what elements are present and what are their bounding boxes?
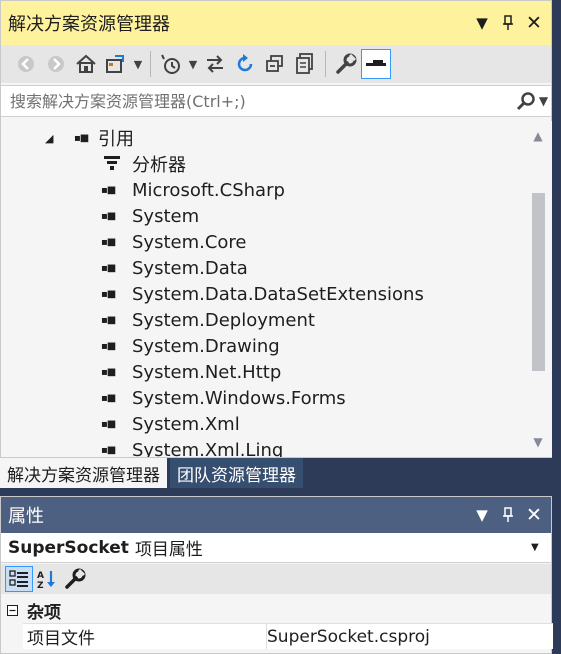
tree-node-reference-item[interactable]: ▪■ System.Windows.Forms [101, 385, 346, 411]
close-icon[interactable]: ✕ [521, 8, 547, 38]
properties-panel: 属性 ▼ ✕ SuperSocket 项目属性 ▼ AZ 杂项 项目文件 Sup… [0, 496, 553, 654]
tool-window-tabs: 解决方案资源管理器 团队资源管理器 [0, 458, 561, 488]
toolbar-separator [150, 51, 151, 77]
reference-icon: ▪■ [101, 444, 116, 456]
tab-solution-explorer[interactable]: 解决方案资源管理器 [0, 458, 167, 488]
tree-node-reference-item[interactable]: ▪■ System.Deployment [101, 307, 315, 333]
tree-node-label: System.Data.DataSetExtensions [132, 283, 424, 305]
property-name: 项目文件 [23, 624, 267, 649]
solution-explorer-toolbar: ▼ ▼ [1, 45, 551, 83]
preview-selected-items-icon[interactable] [361, 49, 391, 79]
back-icon[interactable] [11, 49, 41, 79]
object-kind: 项目属性 [134, 540, 203, 560]
tree-node-label: System.Drawing [132, 335, 280, 357]
tree-node-reference-item[interactable]: ▪■ System.Net.Http [101, 359, 281, 385]
home-icon[interactable] [71, 49, 101, 79]
tree-node-reference-item[interactable]: ▪■ System.Xml.Linq [101, 437, 284, 458]
wrench-icon[interactable] [331, 49, 361, 79]
scroll-down-icon[interactable]: ▼ [524, 431, 552, 453]
pin-icon[interactable] [495, 8, 521, 38]
tree-node-reference-item[interactable]: ▪■ System.Core [101, 229, 247, 255]
solution-explorer-title: 解决方案资源管理器 [8, 14, 170, 35]
reference-icon: ▪■ [101, 288, 116, 300]
reference-icon: ▪■ [101, 314, 116, 326]
sync-with-active-document-icon[interactable] [200, 49, 230, 79]
search-icon[interactable]: ▼ [513, 91, 551, 111]
vertical-scrollbar[interactable]: ▲ ▼ [524, 121, 552, 457]
tree-node-reference-item[interactable]: ▪■ System.Xml [101, 411, 240, 437]
window-position-dropdown-icon[interactable]: ▼ [469, 8, 495, 38]
chevron-down-icon[interactable]: ▼ [131, 49, 145, 79]
alphabetical-sort-icon[interactable]: AZ [33, 566, 61, 592]
tree-node-label: 引用 [98, 129, 134, 150]
search-bar: ▼ [1, 85, 551, 117]
tree-node-label: 分析器 [132, 155, 186, 176]
category-label: 杂项 [27, 602, 61, 623]
reference-icon: ▪■ [101, 366, 116, 378]
tab-team-explorer[interactable]: 团队资源管理器 [170, 458, 303, 488]
tree-node-analyzers[interactable]: 分析器 [103, 151, 186, 177]
reference-icon: ▪■ [101, 340, 116, 352]
reference-icon: ▪■ [74, 132, 89, 144]
pending-changes-filter-icon[interactable] [156, 49, 186, 79]
object-name: SuperSocket [8, 537, 129, 558]
collapse-category-icon[interactable] [1, 597, 23, 623]
tree-node-reference-item[interactable]: ▪■ System.Drawing [101, 333, 280, 359]
scroll-up-icon[interactable]: ▲ [524, 125, 552, 147]
expanded-arrow-icon[interactable]: ◢ [45, 132, 61, 145]
collapse-all-icon[interactable] [260, 49, 290, 79]
properties-title: 属性 [8, 506, 44, 527]
property-pages-wrench-icon[interactable] [61, 566, 89, 592]
property-value[interactable]: SuperSocket.csproj [267, 627, 553, 647]
tree-node-label: System.Deployment [132, 309, 315, 331]
chevron-down-icon[interactable]: ▼ [531, 542, 551, 553]
tree-node-label: System.Core [132, 231, 247, 253]
search-options-dropdown-icon[interactable]: ▼ [539, 94, 548, 108]
tree-node-label: System [132, 205, 200, 227]
tree-node-reference-item[interactable]: ▪■ Microsoft.CSharp [101, 177, 285, 203]
show-all-files-icon[interactable] [290, 49, 320, 79]
svg-text:A: A [37, 571, 44, 581]
tree-node-label: Microsoft.CSharp [132, 179, 285, 201]
tree-node-references[interactable]: ◢ ▪■ 引用 [45, 125, 134, 151]
tree-node-label: System.Data [132, 257, 248, 279]
reference-icon: ▪■ [101, 236, 116, 248]
switch-views-icon[interactable] [101, 49, 131, 79]
reference-icon: ▪■ [101, 418, 116, 430]
tree-node-reference-item[interactable]: ▪■ System.Data.DataSetExtensions [101, 281, 424, 307]
reference-icon: ▪■ [101, 210, 116, 222]
tree-node-label: System.Net.Http [132, 361, 282, 383]
chevron-down-icon[interactable]: ▼ [186, 49, 200, 79]
properties-toolbar: AZ [1, 564, 551, 594]
object-selector[interactable]: SuperSocket 项目属性 ▼ [1, 533, 551, 563]
tree-node-reference-item[interactable]: ▪■ System [101, 203, 199, 229]
solution-explorer-panel: 解决方案资源管理器 ▼ ✕ ▼ ▼ 搜索解决方案资源管理器(Ctrl+;) ▼ … [0, 0, 552, 458]
scrollbar-thumb[interactable] [532, 193, 545, 371]
refresh-icon[interactable] [230, 49, 260, 79]
tree-node-label: System.Xml [132, 413, 240, 435]
forward-icon[interactable] [41, 49, 71, 79]
solution-explorer-titlebar[interactable]: 解决方案资源管理器 ▼ ✕ [1, 1, 551, 45]
pin-icon[interactable] [495, 507, 521, 523]
reference-icon: ▪■ [101, 262, 116, 274]
reference-icon: ▪■ [101, 392, 116, 404]
tree-node-label: System.Windows.Forms [132, 387, 346, 409]
property-row[interactable]: 项目文件 SuperSocket.csproj [23, 623, 553, 649]
solution-tree: ◢ ▪■ 引用 分析器 ▪■ Microsoft.CSharp ▪■ Syste… [1, 121, 524, 457]
search-input[interactable] [1, 91, 513, 111]
toolbar-separator [325, 51, 326, 77]
tree-node-reference-item[interactable]: ▪■ System.Data [101, 255, 248, 281]
tree-node-label: System.Xml.Linq [132, 439, 284, 458]
window-position-dropdown-icon[interactable]: ▼ [469, 506, 495, 524]
reference-icon: ▪■ [101, 184, 116, 196]
analyzer-icon [103, 155, 127, 174]
categorized-icon[interactable] [5, 566, 33, 592]
property-category[interactable]: 杂项 [1, 597, 551, 623]
close-icon[interactable]: ✕ [521, 504, 547, 526]
properties-titlebar[interactable]: 属性 ▼ ✕ [1, 497, 551, 533]
svg-text:Z: Z [37, 581, 44, 589]
